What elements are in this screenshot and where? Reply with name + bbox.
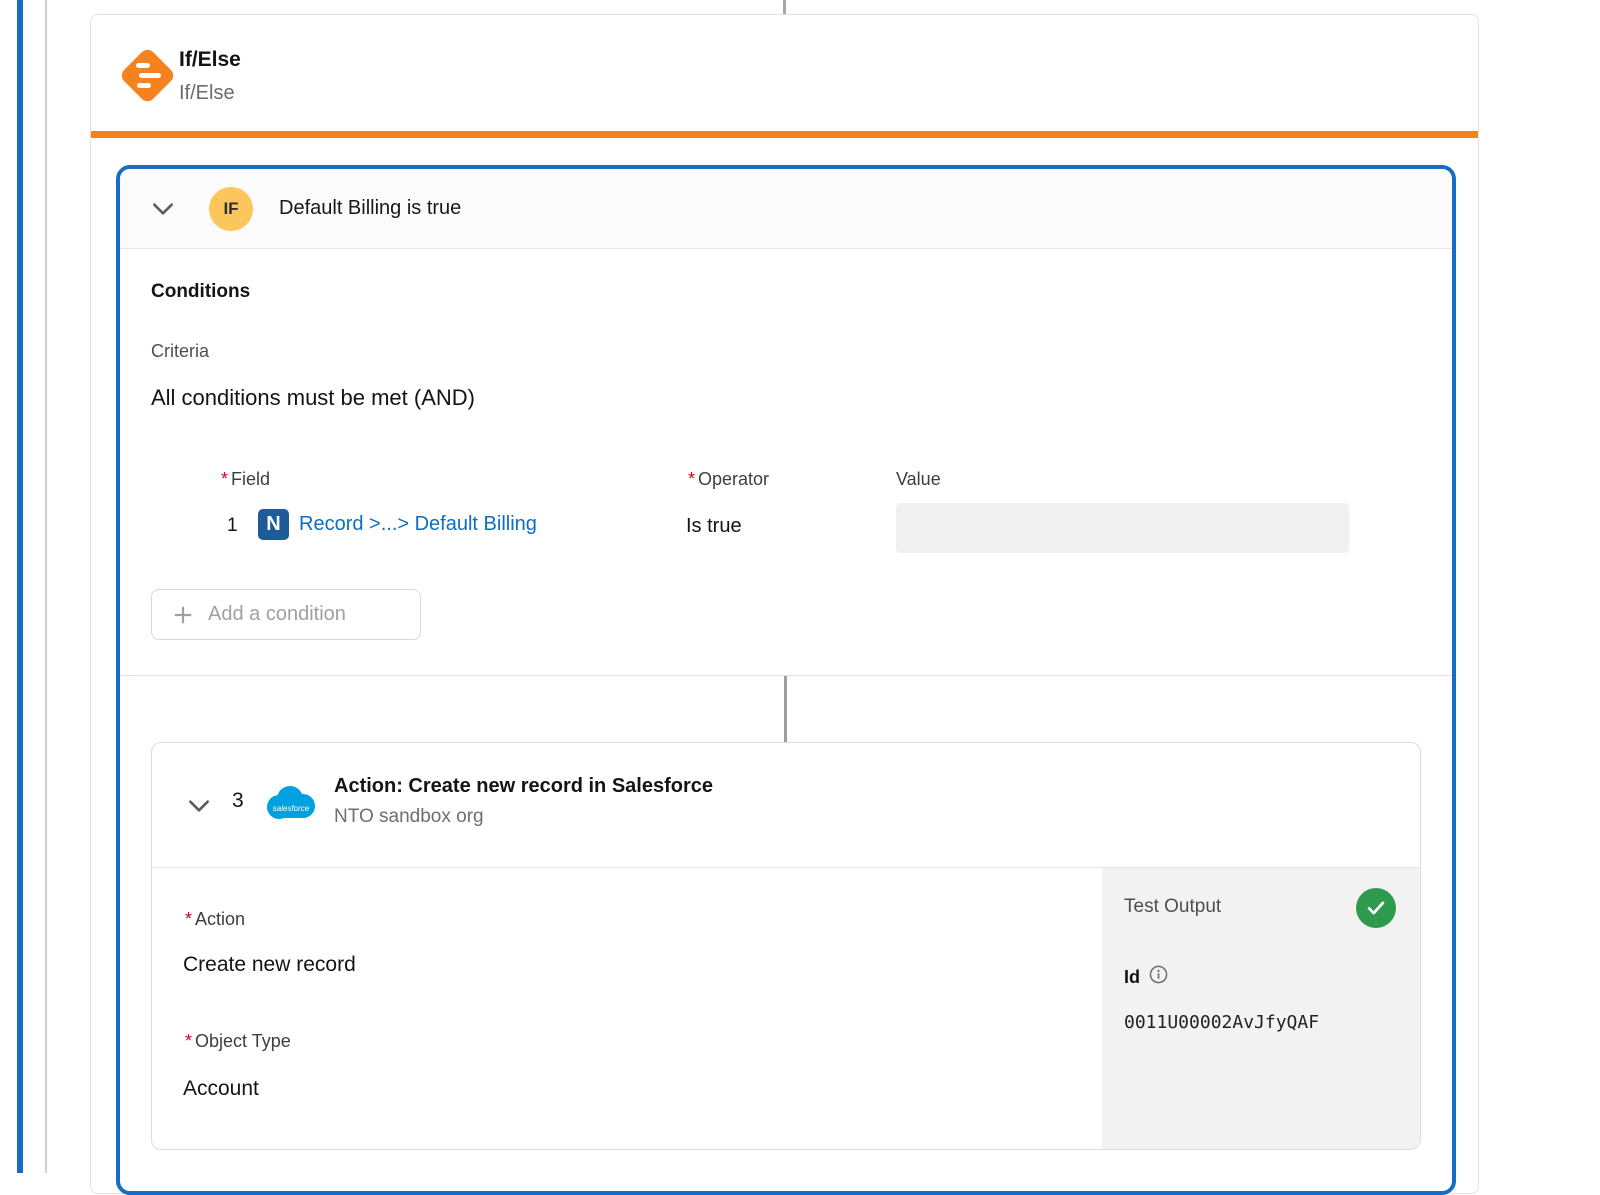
operator-column-label: * Operator bbox=[688, 469, 770, 489]
required-marker: * bbox=[185, 909, 193, 929]
record-id-value: 0011U00002AvJfyQAF bbox=[1124, 1012, 1320, 1033]
info-icon[interactable] bbox=[1149, 965, 1168, 989]
netsuite-icon: N bbox=[258, 509, 289, 540]
criteria-label: Criteria bbox=[151, 341, 210, 361]
action-card-body: * Action Create new record * Object Type A… bbox=[152, 868, 1420, 1149]
branch-selection-edge bbox=[17, 0, 23, 1173]
required-marker: * bbox=[688, 469, 696, 489]
condition-value-input bbox=[896, 503, 1349, 553]
flow-canvas: { "ui": { "required_marker": "*" }, "ico… bbox=[0, 0, 1600, 1195]
top-connector-line bbox=[783, 0, 786, 15]
action-card-header[interactable]: 3 salesforce Action: Create new record i… bbox=[152, 743, 1420, 868]
ifelse-header: If/Else If/Else bbox=[179, 48, 241, 105]
action-subtitle: NTO sandbox org bbox=[334, 806, 484, 827]
action-field-value: Create new record bbox=[183, 953, 356, 976]
ifelse-icon bbox=[117, 45, 177, 105]
condition-field-link[interactable]: Record >...> Default Billing bbox=[299, 513, 537, 536]
branch-connector-line bbox=[45, 0, 47, 1173]
value-column-label: Value bbox=[896, 469, 941, 489]
branch-connector bbox=[784, 676, 787, 742]
action-field-label: * Action bbox=[185, 909, 246, 929]
test-output-panel: Test Output Id 0011U00002AvJfyQAF bbox=[1102, 868, 1420, 1149]
svg-text:salesforce: salesforce bbox=[273, 804, 310, 813]
conditions-heading: Conditions bbox=[151, 281, 251, 302]
field-column-label: * Field bbox=[221, 469, 271, 489]
criteria-value: All conditions must be met (AND) bbox=[151, 385, 475, 410]
if-badge: IF bbox=[209, 186, 253, 231]
ifelse-accent-bar bbox=[91, 131, 1478, 138]
chevron-down-icon[interactable] bbox=[150, 196, 176, 222]
condition-row-index: 1 bbox=[227, 515, 238, 536]
required-marker: * bbox=[185, 1031, 193, 1051]
test-output-title: Test Output bbox=[1124, 896, 1222, 917]
required-marker: * bbox=[221, 469, 229, 489]
ifelse-subtitle: If/Else bbox=[179, 82, 235, 104]
ifelse-block: If/Else If/Else IF Default Billing is tr… bbox=[90, 14, 1479, 1195]
ifelse-title: If/Else bbox=[179, 48, 241, 71]
salesforce-logo-icon: salesforce bbox=[262, 783, 320, 830]
object-type-value: Account bbox=[183, 1077, 259, 1100]
if-branch-header[interactable]: IF Default Billing is true bbox=[120, 169, 1452, 249]
if-branch-container: IF Default Billing is true Conditions Cr… bbox=[116, 165, 1456, 1195]
chevron-down-icon[interactable] bbox=[186, 793, 212, 819]
condition-operator-value[interactable]: Is true bbox=[686, 515, 742, 538]
add-condition-button[interactable]: Add a condition bbox=[151, 589, 421, 640]
plus-icon bbox=[172, 604, 194, 626]
action-title: Action: Create new record in Salesforce bbox=[334, 775, 714, 797]
success-check-icon bbox=[1356, 888, 1396, 928]
action-card: 3 salesforce Action: Create new record i… bbox=[151, 742, 1421, 1150]
if-branch-label: Default Billing is true bbox=[279, 197, 462, 219]
id-label: Id bbox=[1124, 966, 1140, 987]
action-step-number: 3 bbox=[232, 789, 244, 812]
object-type-label: * Object Type bbox=[185, 1031, 291, 1051]
